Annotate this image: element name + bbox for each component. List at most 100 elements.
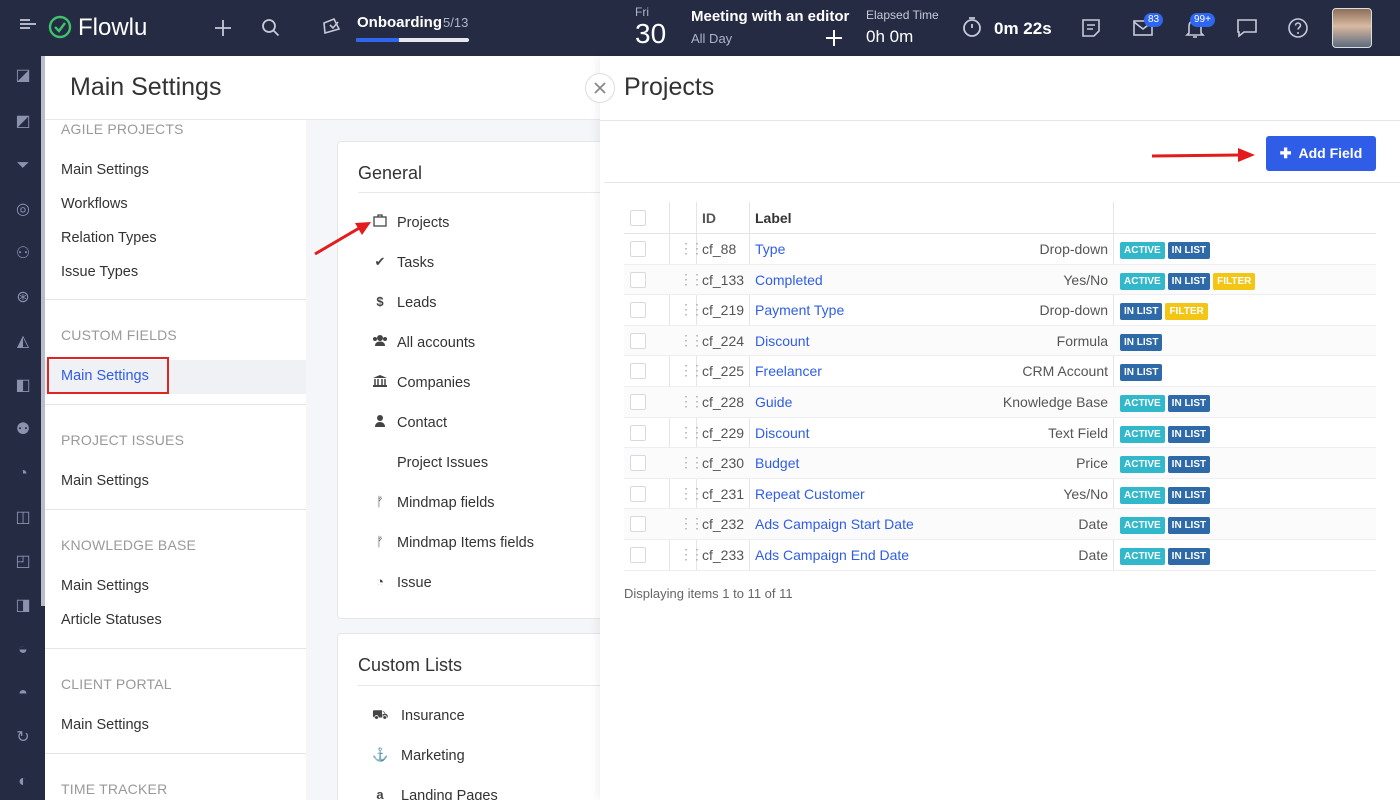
drag-handle-icon[interactable]: ⋮⋮	[679, 240, 704, 257]
row-checkbox[interactable]	[630, 455, 646, 472]
table-row[interactable]: ⋮⋮ cf_133 Completed Yes/No ACTIVE IN LIST FILT…	[624, 264, 1376, 296]
drag-handle-icon[interactable]: ⋮⋮	[679, 301, 704, 318]
table-row[interactable]: ⋮⋮ cf_224 Discount Formula IN LIST	[624, 325, 1376, 357]
notes-icon[interactable]	[1080, 17, 1102, 44]
add-field-button[interactable]: ✚ Add Field	[1266, 136, 1376, 171]
drag-handle-icon[interactable]: ⋮⋮	[679, 362, 704, 379]
general-item-mindmap-items-fields[interactable]: Mindmap Items fields	[397, 535, 534, 551]
custom-list-landing-pages[interactable]: Landing Pages	[401, 788, 498, 800]
menu-icon[interactable]	[18, 14, 38, 34]
search-icon[interactable]	[261, 18, 281, 43]
select-all-checkbox[interactable]	[630, 210, 646, 226]
close-panel-button[interactable]	[585, 73, 615, 103]
row-checkbox[interactable]	[630, 302, 646, 319]
table-row[interactable]: ⋮⋮ cf_229 Discount Text Field ACTIVE IN LIST	[624, 418, 1376, 449]
table-row[interactable]: ⋮⋮ cf_88 Type Drop-down ACTIVE IN LIST	[624, 234, 1376, 265]
table-row[interactable]: ⋮⋮ cf_230 Budget Price ACTIVE IN LIST	[624, 448, 1376, 479]
table-row[interactable]: ⋮⋮ cf_219 Payment Type Drop-down IN LIST FILT…	[624, 295, 1376, 326]
module-icon-tasks[interactable]: ◫	[12, 508, 34, 528]
general-item-mindmap-fields[interactable]: Mindmap fields	[397, 495, 495, 511]
general-item-contact[interactable]: Contact	[397, 415, 447, 431]
drag-handle-icon[interactable]: ⋮⋮	[679, 393, 704, 410]
field-label-link[interactable]: Discount	[755, 333, 809, 349]
field-label-link[interactable]: Type	[755, 241, 785, 257]
table-row[interactable]: ⋮⋮ cf_231 Repeat Customer Yes/No ACTIVE IN LI…	[624, 479, 1376, 510]
row-checkbox[interactable]	[630, 393, 646, 410]
user-avatar[interactable]	[1332, 8, 1372, 48]
nav-portal-main-settings[interactable]: Main Settings	[61, 717, 149, 733]
help-icon[interactable]	[1287, 17, 1309, 44]
drag-handle-icon[interactable]: ⋮⋮	[679, 332, 704, 349]
general-item-all-accounts[interactable]: All accounts	[397, 335, 475, 351]
table-row[interactable]: ⋮⋮ cf_228 Guide Knowledge Base ACTIVE IN LIST	[624, 386, 1376, 418]
row-checkbox[interactable]	[630, 424, 646, 441]
row-checkbox[interactable]	[630, 332, 646, 349]
module-icon-circle[interactable]: ◐	[12, 772, 34, 792]
general-item-project-issues[interactable]: Project Issues	[397, 455, 488, 471]
nav-kb-article-statuses[interactable]: Article Statuses	[61, 612, 162, 628]
row-checkbox[interactable]	[630, 516, 646, 533]
field-label-link[interactable]: Discount	[755, 425, 809, 441]
module-icon-projects[interactable]: ◩	[12, 112, 34, 132]
module-icon-sync[interactable]: ↻	[12, 728, 34, 748]
module-icon-notes[interactable]: ◭	[12, 332, 34, 352]
nav-kb-main-settings[interactable]: Main Settings	[61, 578, 149, 594]
field-label-link[interactable]: Freelancer	[755, 363, 822, 379]
custom-list-insurance[interactable]: Insurance	[401, 708, 465, 724]
module-icon-finance[interactable]: ⊛	[12, 288, 34, 308]
nav-agile-main-settings[interactable]: Main Settings	[61, 162, 149, 178]
timer-value[interactable]: 0m 22s	[994, 19, 1052, 39]
stopwatch-icon[interactable]	[961, 16, 983, 43]
field-label-link[interactable]: Guide	[755, 394, 792, 410]
module-icon-team[interactable]: ⚇	[12, 244, 34, 264]
nav-agile-issue-types[interactable]: Issue Types	[61, 264, 138, 280]
general-item-companies[interactable]: Companies	[397, 375, 470, 391]
row-checkbox[interactable]	[630, 485, 646, 502]
nav-agile-relation-types[interactable]: Relation Types	[61, 230, 157, 246]
onboarding-icon[interactable]	[321, 15, 343, 42]
field-label-link[interactable]: Ads Campaign End Date	[755, 547, 909, 563]
row-checkbox[interactable]	[630, 363, 646, 380]
module-icon-docs[interactable]: ◧	[12, 376, 34, 396]
nav-issues-main-settings[interactable]: Main Settings	[61, 473, 149, 489]
row-checkbox[interactable]	[630, 271, 646, 288]
add-event-icon[interactable]	[825, 29, 843, 52]
event-title[interactable]: Meeting with an editor	[691, 8, 849, 25]
chat-icon[interactable]	[1236, 18, 1258, 43]
module-icon-chef[interactable]: ◒	[12, 640, 34, 660]
field-label-link[interactable]: Repeat Customer	[755, 486, 865, 502]
table-row[interactable]: ⋮⋮ cf_232 Ads Campaign Start Date Date ACTIV…	[624, 509, 1376, 540]
table-row[interactable]: ⋮⋮ cf_225 Freelancer CRM Account IN LIST	[624, 356, 1376, 387]
drag-handle-icon[interactable]: ⋮⋮	[679, 515, 704, 532]
module-icon-support[interactable]: ◎	[12, 200, 34, 220]
module-icon-crm[interactable]: ◪	[12, 66, 34, 86]
custom-list-marketing[interactable]: Marketing	[401, 748, 465, 764]
field-label-link[interactable]: Payment Type	[755, 302, 844, 318]
nav-agile-workflows[interactable]: Workflows	[61, 196, 128, 212]
field-label-link[interactable]: Ads Campaign Start Date	[755, 516, 914, 532]
module-icon-funnel[interactable]: ⏷	[12, 156, 34, 176]
onboarding-title[interactable]: Onboarding	[357, 14, 442, 31]
module-icon-users[interactable]: ⚉	[12, 420, 34, 440]
row-checkbox[interactable]	[630, 241, 646, 257]
drag-handle-icon[interactable]: ⋮⋮	[679, 271, 704, 288]
flowlu-logo-icon[interactable]	[48, 15, 72, 39]
calendar-day[interactable]: 30	[635, 18, 666, 50]
module-icon-hr[interactable]: ◓	[12, 684, 34, 704]
table-row[interactable]: ⋮⋮ cf_233 Ads Campaign End Date Date ACTIVE I…	[624, 540, 1376, 571]
col-header-id[interactable]: ID	[702, 210, 716, 226]
general-item-issue[interactable]: Issue	[397, 575, 432, 591]
module-icon-agile[interactable]: ◰	[12, 552, 34, 572]
module-icon-portal[interactable]: ◨	[12, 596, 34, 616]
drag-handle-icon[interactable]: ⋮⋮	[679, 546, 704, 563]
field-label-link[interactable]: Completed	[755, 272, 823, 288]
app-logo-text[interactable]: Flowlu	[78, 14, 147, 42]
drag-handle-icon[interactable]: ⋮⋮	[679, 424, 704, 441]
module-icon-knowledge[interactable]: ◔	[12, 464, 34, 484]
col-header-label[interactable]: Label	[755, 210, 792, 226]
drag-handle-icon[interactable]: ⋮⋮	[679, 454, 704, 471]
drag-handle-icon[interactable]: ⋮⋮	[679, 485, 704, 502]
add-icon[interactable]	[213, 18, 233, 43]
row-checkbox[interactable]	[630, 546, 646, 563]
field-label-link[interactable]: Budget	[755, 455, 799, 471]
